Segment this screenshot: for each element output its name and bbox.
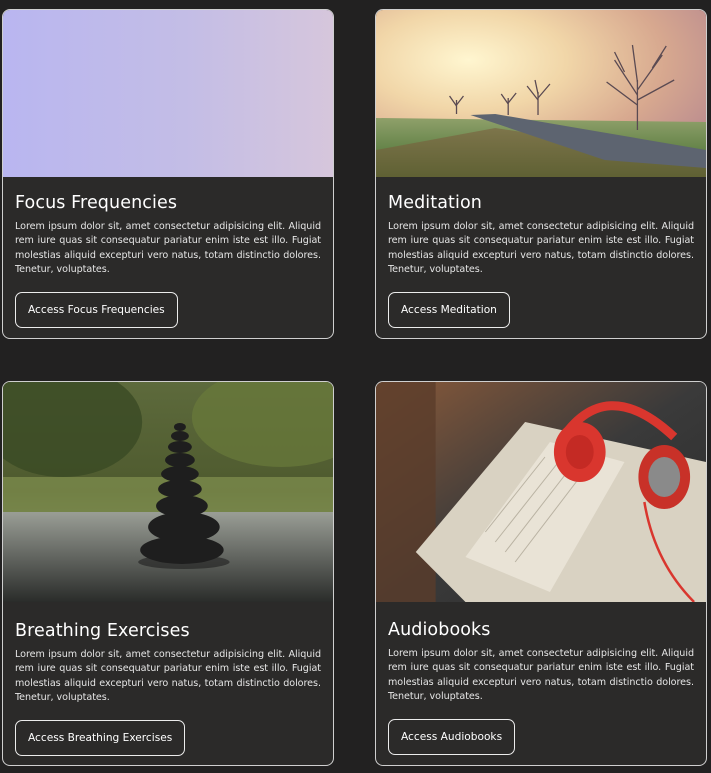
meditation-landscape-graphic (376, 10, 706, 177)
card-title: Audiobooks (388, 620, 491, 640)
card-description: Lorem ipsum dolor sit, amet consectetur … (388, 221, 694, 276)
card-description: Lorem ipsum dolor sit, amet consectetur … (388, 648, 694, 703)
card-meditation: Meditation Lorem ipsum dolor sit, amet c… (375, 9, 707, 339)
access-focus-frequencies-button[interactable]: Access Focus Frequencies (15, 291, 178, 328)
audiobook-graphic (376, 382, 706, 602)
waveform-graphic (3, 10, 333, 177)
stones-graphic (3, 382, 333, 602)
card-description: Lorem ipsum dolor sit, amet consectetur … (15, 649, 321, 704)
card-breathing-exercises: Breathing Exercises Lorem ipsum dolor si… (2, 381, 334, 766)
stacked-stones-water-image (3, 382, 333, 602)
card-audiobooks: Audiobooks Lorem ipsum dolor sit, amet c… (375, 381, 707, 766)
card-focus-frequencies: Focus Frequencies Lorem ipsum dolor sit,… (2, 9, 334, 339)
access-breathing-exercises-button[interactable]: Access Breathing Exercises (15, 719, 186, 756)
access-audiobooks-button[interactable]: Access Audiobooks (388, 718, 516, 755)
card-description: Lorem ipsum dolor sit, amet consectetur … (15, 221, 321, 276)
access-meditation-button[interactable]: Access Meditation (388, 291, 510, 328)
sound-waveform-image (3, 10, 333, 177)
headphones-on-book-image (376, 382, 706, 602)
card-title: Focus Frequencies (15, 193, 178, 213)
card-title: Meditation (388, 193, 482, 213)
misty-road-trees-image (376, 10, 706, 177)
card-title: Breathing Exercises (15, 621, 190, 641)
card-grid: Focus Frequencies Lorem ipsum dolor sit,… (0, 0, 711, 773)
